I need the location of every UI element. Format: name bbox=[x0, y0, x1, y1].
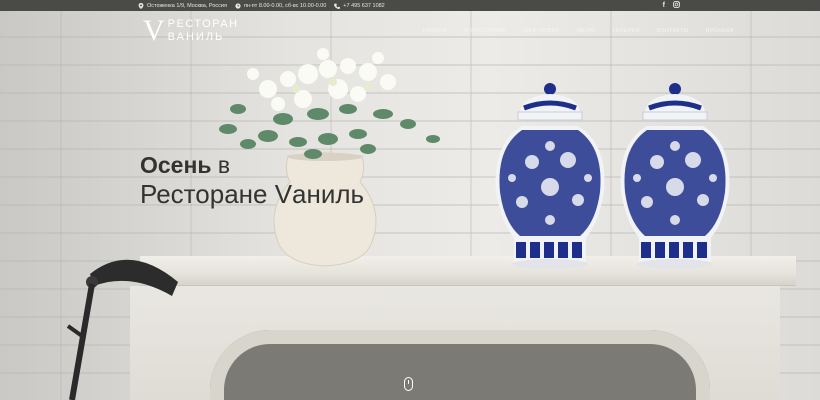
nav-item-chef[interactable]: ШЕФ-ПОВАР bbox=[523, 28, 559, 34]
nav-item-contacts[interactable]: КОНТАКТЫ bbox=[657, 28, 689, 34]
phone-icon bbox=[334, 3, 341, 9]
hero-headline: Осень в Ресторане Vаниль bbox=[140, 152, 364, 210]
top-info-bar: Остоженка 1/9, Москва, Россия пн-пт 8.00… bbox=[0, 0, 820, 11]
address-info: Остоженка 1/9, Москва, Россия bbox=[138, 2, 227, 9]
social-links: f bbox=[663, 0, 680, 11]
nav-item-menu[interactable]: МЕНЮ bbox=[577, 28, 596, 34]
flower-bouquet bbox=[219, 48, 440, 159]
headline-bold: Осень bbox=[140, 152, 212, 178]
hours-text: пн-пт 8.00-0.00, сб-вс 10.00-0.00 bbox=[243, 2, 327, 9]
desk-lamp bbox=[66, 259, 178, 400]
logo-line-1: РЕСТОРАН bbox=[167, 18, 239, 30]
nav-item-about[interactable]: О РЕСТОРАНЕ bbox=[464, 28, 506, 34]
ginger-jar-right bbox=[620, 83, 730, 269]
clock-icon bbox=[235, 2, 241, 9]
facebook-icon[interactable]: f bbox=[663, 2, 665, 9]
headline-line-2: Ресторане Vаниль bbox=[140, 179, 365, 209]
nav-item-top[interactable]: НАВЕРХ bbox=[423, 28, 447, 34]
fireplace-opening bbox=[210, 330, 710, 400]
logo-mark: V bbox=[143, 14, 165, 47]
hours-info: пн-пт 8.00-0.00, сб-вс 10.00-0.00 bbox=[235, 3, 326, 9]
phone-text: +7 495 637 1082 bbox=[343, 2, 385, 9]
scroll-down-icon[interactable] bbox=[404, 377, 413, 391]
headline-rest: в bbox=[211, 152, 231, 178]
location-pin-icon bbox=[138, 2, 144, 9]
site-logo[interactable]: V РЕСТОРАН ВАНИЛЬ bbox=[143, 14, 239, 47]
phone-info[interactable]: +7 495 637 1082 bbox=[334, 2, 385, 9]
hero-background bbox=[0, 0, 820, 400]
address-text: Остоженка 1/9, Москва, Россия bbox=[147, 2, 227, 9]
nav-item-booking[interactable]: БРОНЬКА bbox=[706, 28, 734, 34]
logo-line-2: ВАНИЛЬ bbox=[167, 31, 225, 43]
instagram-icon[interactable] bbox=[673, 1, 680, 10]
ginger-jar-left bbox=[495, 83, 605, 269]
main-nav: НАВЕРХ О РЕСТОРАНЕ ШЕФ-ПОВАР МЕНЮ ГАЛЕРЕ… bbox=[423, 28, 751, 34]
nav-item-gallery[interactable]: ГАЛЕРЕЯ bbox=[613, 28, 640, 34]
